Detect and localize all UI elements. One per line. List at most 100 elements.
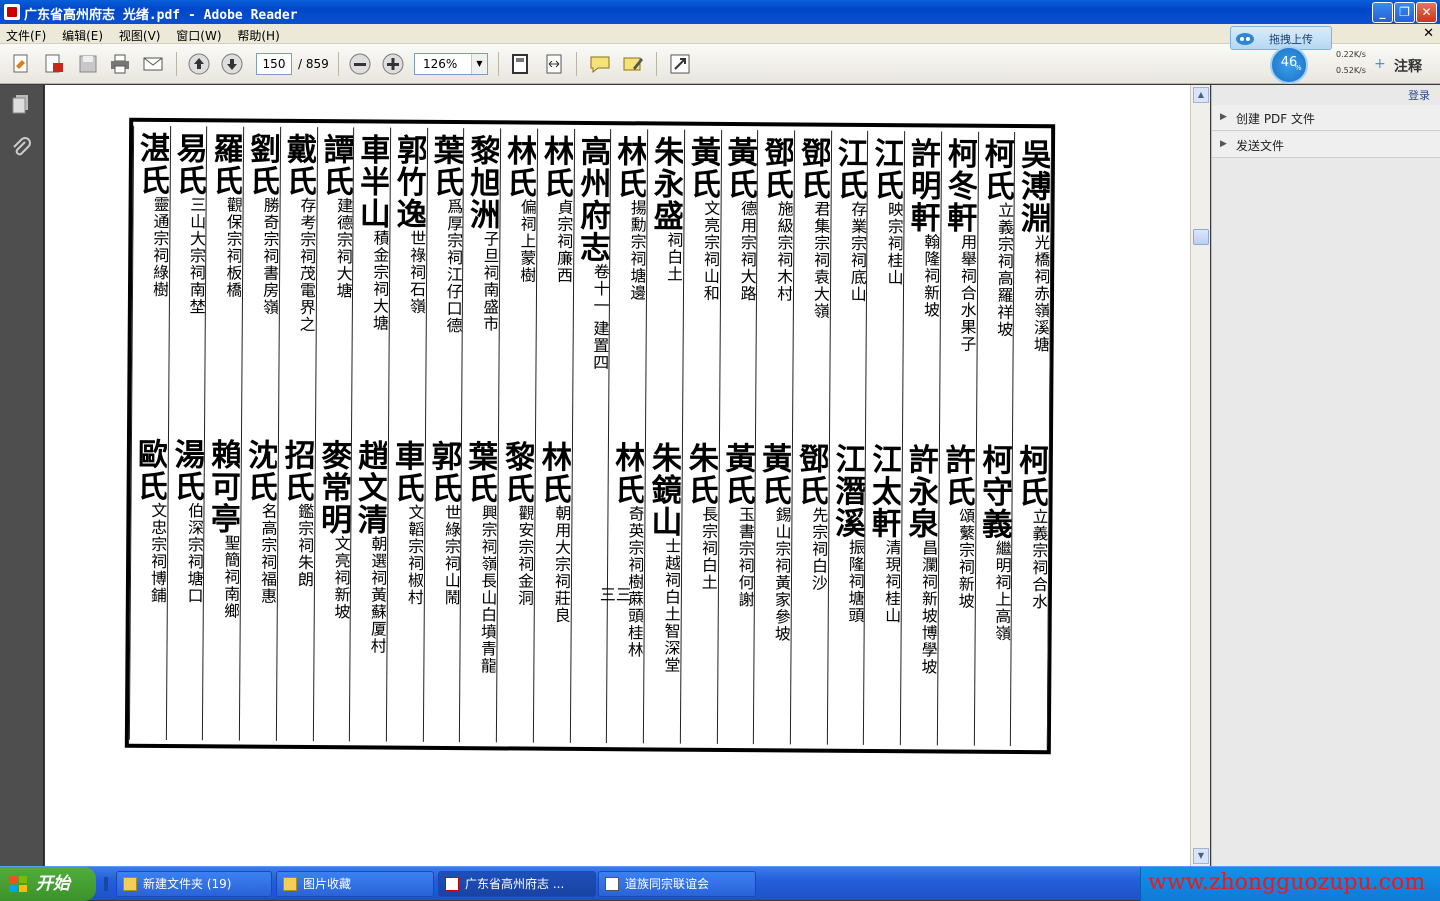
comment-icon[interactable]	[588, 52, 612, 76]
page-number-input[interactable]: 150	[256, 53, 292, 75]
entry-detail: 振隆祠塘頭	[845, 538, 865, 624]
download-speed: 0.52K/s	[1336, 66, 1366, 75]
text-entry: 易氏 三山大宗祠南埜	[170, 132, 207, 432]
text-entry: 黃氏 德用宗祠大路	[721, 136, 758, 436]
text-entry: 許氏 頌蘩宗祠新坡	[939, 443, 976, 743]
text-entry: 江太軒 清現祠桂山	[865, 443, 902, 743]
scroll-thumb[interactable]	[1193, 229, 1209, 245]
text-entry: 郭竹逸 世祿祠石嶺	[390, 134, 427, 434]
entry-name: 麥常明	[314, 439, 351, 536]
entry-name: 黃氏	[684, 135, 720, 200]
task-label: 道族同宗联谊会	[625, 877, 710, 891]
email-icon[interactable]	[141, 52, 165, 76]
folder-icon	[283, 877, 297, 891]
fit-width-icon[interactable]	[542, 52, 566, 76]
toolbar-separator	[656, 52, 657, 76]
send-file-section[interactable]: ▶ 发送文件	[1212, 132, 1440, 158]
entry-name: 許氏	[939, 443, 975, 508]
entry-detail: 存考宗祠茂電界之	[296, 196, 316, 334]
scroll-down-icon[interactable]: ▼	[1193, 848, 1209, 864]
entry-name: 柯氏	[1012, 443, 1049, 509]
entry-detail: 繼明祠上高嶺	[992, 539, 1012, 642]
menu-file[interactable]: 文件(F)	[0, 24, 52, 44]
open-file-icon[interactable]	[10, 52, 34, 76]
text-entry: 黎旭洲 子旦祠南盛市	[463, 134, 500, 434]
login-link[interactable]: 登录	[1408, 87, 1430, 103]
entry-detail: 伯深宗祠塘口	[184, 502, 204, 605]
text-entry: 葉氏 興宗祠嶺長山白墳青龍	[461, 440, 498, 740]
previous-page-icon[interactable]	[187, 52, 211, 76]
zoom-out-icon[interactable]	[348, 52, 372, 76]
network-speed-widget[interactable]: 46 % 0.22K/s 0.52K/s +	[1270, 46, 1388, 84]
entry-detail: 玉書宗祠何謝	[735, 506, 755, 609]
fit-page-icon[interactable]	[508, 52, 532, 76]
entry-name: 鄧氏	[792, 442, 828, 507]
task-adobe-reader[interactable]: 广东省高州府志 ...	[438, 871, 596, 897]
toolbar: 150 / 859 126% ▼	[0, 44, 1440, 84]
text-entry: 朱鏡山 士越祠白土智深堂	[645, 441, 682, 741]
task-new-folder[interactable]: 新建文件夹 (19)	[116, 871, 272, 897]
adobe-reader-icon	[4, 4, 20, 20]
next-page-icon[interactable]	[220, 52, 244, 76]
entry-name: 黃氏	[755, 442, 792, 507]
highlight-icon[interactable]	[621, 52, 645, 76]
create-pdf-label: 创建 PDF 文件	[1236, 112, 1316, 126]
entry-detail: 世祿祠石嶺	[406, 229, 427, 315]
start-button[interactable]: 开始	[0, 867, 96, 901]
entry-name: 江氏	[868, 136, 904, 202]
entry-name: 朱氏	[682, 441, 718, 506]
entry-detail: 翰隆祠新坡	[920, 233, 941, 319]
attachments-panel-icon[interactable]	[10, 137, 32, 159]
text-entry: 劉氏 勝奇宗祠書房嶺	[243, 133, 280, 433]
text-entry: 麥常明 文亮祠新坡	[314, 439, 351, 739]
entry-detail: 德用宗祠大路	[737, 200, 757, 303]
create-pdf-section[interactable]: ▶ 创建 PDF 文件	[1212, 105, 1440, 131]
entry-name: 車氏	[388, 439, 425, 504]
entry-detail: 文韜宗祠椒村	[404, 503, 425, 606]
menu-window[interactable]: 窗口(W)	[170, 24, 227, 44]
entry-name: 江潛溪	[828, 442, 865, 539]
plus-icon[interactable]: +	[1374, 56, 1386, 72]
menu-help[interactable]: 帮助(H)	[231, 24, 285, 44]
menu-edit[interactable]: 编辑(E)	[56, 24, 109, 44]
task-clan-site[interactable]: 道族同宗联谊会	[598, 871, 756, 897]
entry-detail: 卷十一 建置四	[590, 263, 610, 372]
text-entry: 林氏 偏祠上蒙樹	[500, 134, 537, 434]
annotate-button[interactable]: 注释	[1394, 56, 1422, 76]
document-view[interactable]: 吳溥淵 光橋祠赤嶺溪塘 柯氏 立義宗祠高羅祥坡 柯冬軒 用舉祠合水果子 許明軒 翰隆祠新坡 江氏…	[45, 85, 1190, 866]
minimize-button[interactable]: _	[1372, 2, 1393, 23]
navigation-rail	[0, 85, 44, 866]
close-button[interactable]: ✕	[1416, 2, 1437, 23]
entry-name: 鄧氏	[757, 136, 794, 201]
entry-name: 趙文清	[351, 439, 388, 536]
entry-name: 譚氏	[317, 133, 353, 198]
chevron-down-icon[interactable]: ▼	[471, 54, 487, 74]
restore-button[interactable]: ❐	[1394, 2, 1415, 23]
pages-panel-icon[interactable]	[10, 93, 32, 115]
task-pictures[interactable]: 图片收藏	[276, 871, 434, 897]
entry-detail: 文忠宗祠博鋪	[147, 501, 167, 605]
scroll-up-icon[interactable]: ▲	[1193, 87, 1209, 103]
entry-detail: 觀保宗祠板橋	[223, 196, 243, 299]
save-icon[interactable]	[76, 52, 100, 76]
zoom-in-icon[interactable]	[381, 52, 405, 76]
zoom-select[interactable]: 126% ▼	[414, 53, 488, 75]
site-watermark: www.zhongguozupu.com	[1148, 870, 1426, 895]
close-document-icon[interactable]: ✕	[1423, 26, 1434, 41]
text-columns: 吳溥淵 光橋祠赤嶺溪塘 柯氏 立義宗祠高羅祥坡 柯冬軒 用舉祠合水果子 許明軒 翰隆祠新坡 江氏…	[128, 122, 1053, 750]
menu-view[interactable]: 视图(V)	[113, 24, 167, 44]
print-icon[interactable]	[108, 52, 132, 76]
entry-detail: 名高宗祠福惠	[257, 502, 278, 605]
scanned-page: 吳溥淵 光橋祠赤嶺溪塘 柯氏 立義宗祠高羅祥坡 柯冬軒 用舉祠合水果子 許明軒 翰隆祠新坡 江氏…	[124, 117, 1056, 755]
full-screen-icon[interactable]	[668, 52, 692, 76]
entry-detail: 子旦祠南盛市	[480, 230, 500, 333]
entry-detail: 偏祠上蒙樹	[517, 198, 537, 284]
entry-detail: 鑑宗祠朱朗	[294, 502, 314, 589]
entry-name: 易氏	[170, 132, 206, 197]
create-pdf-icon[interactable]	[42, 52, 66, 76]
vertical-scrollbar[interactable]: ▲ ▼	[1190, 85, 1210, 866]
task-label: 图片收藏	[303, 877, 352, 891]
expand-triangle-icon: ▶	[1220, 112, 1227, 122]
entry-detail: 映宗祠桂山	[884, 201, 904, 287]
entry-detail: 聖簡祠南鄉	[221, 534, 241, 620]
